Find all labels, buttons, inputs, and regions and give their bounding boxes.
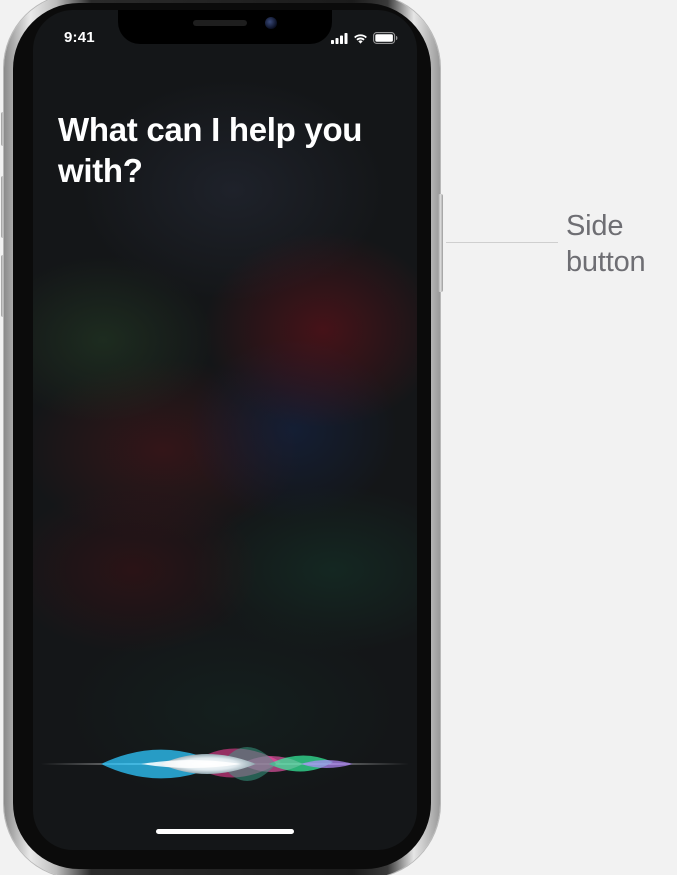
illustration-stage: 9:41 What can I help you with? Side butt… <box>0 0 677 875</box>
status-icons <box>331 31 398 45</box>
notch <box>118 10 332 44</box>
side-button[interactable] <box>438 194 443 292</box>
callout-leader-line <box>446 242 558 243</box>
siri-waveform-icon[interactable] <box>41 726 409 802</box>
battery-icon <box>373 32 398 44</box>
wifi-icon <box>353 33 368 44</box>
side-button-callout-label: Side button <box>566 210 646 278</box>
status-time: 9:41 <box>64 29 95 46</box>
front-camera-icon <box>265 17 277 29</box>
iphone-screen: 9:41 What can I help you with? <box>33 10 417 850</box>
siri-prompt: What can I help you with? <box>58 111 363 189</box>
home-indicator[interactable] <box>156 829 294 834</box>
earpiece-speaker <box>193 20 247 26</box>
cellular-signal-icon <box>331 32 348 44</box>
